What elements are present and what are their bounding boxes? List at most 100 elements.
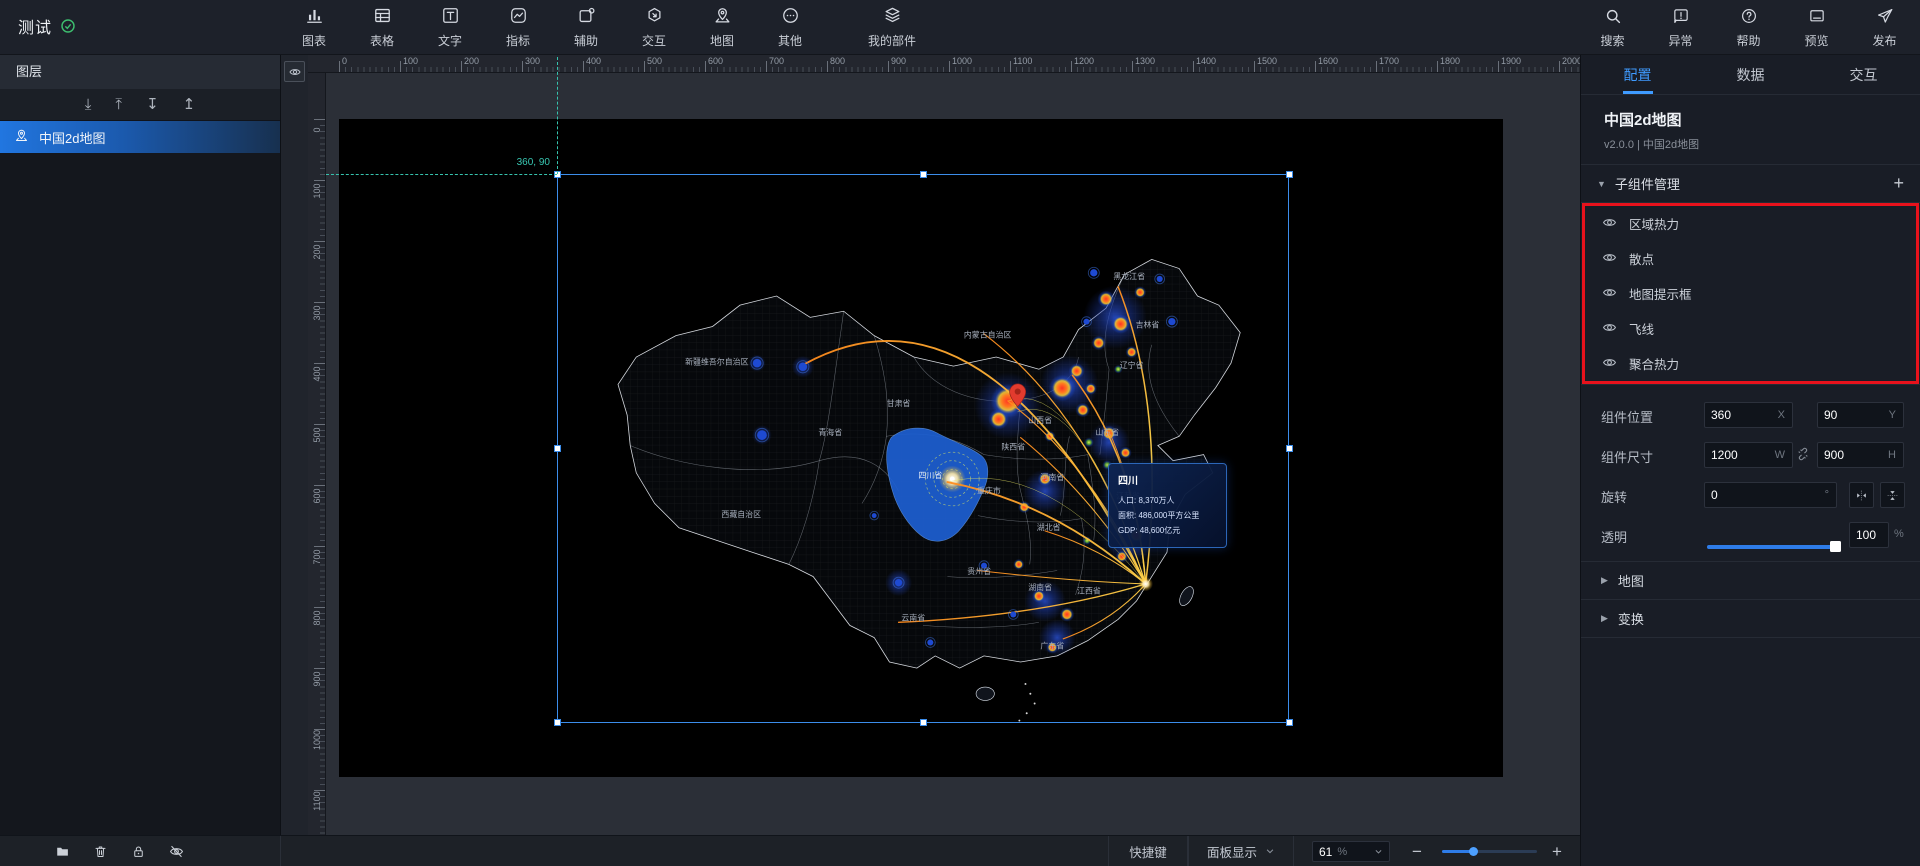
size-h-input[interactable] xyxy=(1818,448,1888,462)
alert-icon xyxy=(1672,7,1690,30)
flip-horizontal-button[interactable] xyxy=(1849,482,1874,508)
selection-coordinate-label: 360, 90 xyxy=(458,157,550,168)
action-alert[interactable]: 异常 xyxy=(1653,0,1708,55)
size-w-field[interactable]: W xyxy=(1704,442,1793,468)
canvas-zoom-slider-fill xyxy=(1442,850,1471,853)
canvas-zoom-slider-handle[interactable] xyxy=(1469,847,1478,856)
ruler-v-tick-label: 500 xyxy=(312,419,322,451)
opacity-suffix: % xyxy=(1894,528,1904,540)
subcomponent-item[interactable]: 聚合热力 xyxy=(1585,346,1916,381)
panel-display-button[interactable]: 面板显示 xyxy=(1188,836,1294,866)
action-preview[interactable]: 预览 xyxy=(1789,0,1844,55)
svg-text:辽宁省: 辽宁省 xyxy=(1120,360,1144,370)
unlink-ratio-icon[interactable] xyxy=(1796,447,1810,466)
eye-visible-icon[interactable] xyxy=(1602,320,1617,338)
subcomponent-label: 聚合热力 xyxy=(1629,354,1679,373)
zoom-in-button[interactable]: + xyxy=(1552,836,1562,866)
toolbar-item-label: 文字 xyxy=(438,32,462,49)
svg-text:内蒙古自治区: 内蒙古自治区 xyxy=(964,329,1012,339)
position-y-input[interactable] xyxy=(1818,408,1889,422)
size-h-field[interactable]: H xyxy=(1817,442,1904,468)
layer-tool-move-top[interactable]: ⤒ xyxy=(115,97,122,112)
position-row: 组件位置 X Y xyxy=(1581,395,1920,435)
ruler-h-tick-label: 1900 xyxy=(1501,56,1521,66)
eye-visible-icon[interactable] xyxy=(1602,355,1617,373)
toolbar-item-text[interactable]: 文字 xyxy=(416,0,484,55)
ruler-v-tick-label: 700 xyxy=(312,541,322,573)
ruler-h-tick-label: 1000 xyxy=(952,56,972,66)
action-search[interactable]: 搜索 xyxy=(1585,0,1640,55)
subcomponent-section-header[interactable]: ▼ 子组件管理 + xyxy=(1581,165,1920,203)
layer-order-tools: ⤓ ⤒ ↧ ↥ xyxy=(0,89,280,121)
ruler-v-tick-label: 900 xyxy=(312,663,322,695)
opacity-slider[interactable] xyxy=(1707,545,1839,549)
eye-visible-icon[interactable] xyxy=(1602,215,1617,233)
svg-text:山东省: 山东省 xyxy=(1095,427,1119,437)
design-canvas[interactable]: 新疆维吾尔自治区西藏自治区青海省甘肃省内蒙古自治区黑龙江省吉林省辽宁省山西省陕西… xyxy=(339,119,1503,777)
toolbar-item-chart[interactable]: 图表 xyxy=(280,0,348,55)
position-x-field[interactable]: X xyxy=(1704,402,1793,428)
canvas-workspace[interactable]: 0100200300400500600700800900100011001200… xyxy=(308,55,1580,835)
layer-tool-move-down[interactable]: ↧ xyxy=(146,97,159,112)
position-y-field[interactable]: Y xyxy=(1817,402,1904,428)
layer-tool-move-up[interactable]: ↥ xyxy=(183,97,196,112)
opacity-slider-handle[interactable] xyxy=(1830,541,1841,552)
zoom-level-select[interactable]: 61 % xyxy=(1312,841,1390,862)
toolbar-item-interact[interactable]: 交互 xyxy=(620,0,688,55)
toolbar-item-widgets[interactable]: 我的部件 xyxy=(844,0,940,55)
chevron-down-icon xyxy=(1374,847,1383,856)
subcomponent-item[interactable]: 区域热力 xyxy=(1585,206,1916,241)
folder-icon[interactable] xyxy=(55,844,70,859)
toolbar-item-assist[interactable]: 辅助 xyxy=(552,0,620,55)
map-tooltip: 四川 人口: 8,370万人面积: 486,000平方公里GDP: 48,600… xyxy=(1108,463,1227,548)
trash-icon[interactable] xyxy=(93,844,108,859)
toggle-ruler-eye-button[interactable] xyxy=(284,61,305,82)
size-w-suffix: W xyxy=(1775,449,1792,461)
toolbar-item-table[interactable]: 表格 xyxy=(348,0,416,55)
layer-item[interactable]: 中国2d地图 xyxy=(0,121,280,153)
add-subcomponent-button[interactable]: + xyxy=(1893,173,1904,194)
toolbar-item-indicator[interactable]: 指标 xyxy=(484,0,552,55)
shortcut-keys-button[interactable]: 快捷键 xyxy=(1108,836,1188,866)
subcomponent-item[interactable]: 飞线 xyxy=(1585,311,1916,346)
layer-tool-move-bottom[interactable]: ⤓ xyxy=(85,97,92,112)
toolbar-item-other[interactable]: 其他 xyxy=(756,0,824,55)
config-section-变换[interactable]: ▶变换 xyxy=(1581,600,1920,638)
opacity-field[interactable] xyxy=(1849,522,1889,548)
tab-数据[interactable]: 数据 xyxy=(1694,55,1807,94)
tab-交互[interactable]: 交互 xyxy=(1807,55,1920,94)
layer-action-icons xyxy=(55,836,184,866)
eye-visible-icon[interactable] xyxy=(1602,250,1617,268)
config-section-地图[interactable]: ▶地图 xyxy=(1581,562,1920,600)
eyeoff-icon[interactable] xyxy=(169,844,184,859)
lock-icon[interactable] xyxy=(131,844,146,859)
opacity-input[interactable] xyxy=(1850,528,1888,542)
rotate-label: 旋转 xyxy=(1601,487,1627,506)
snap-guide-vertical xyxy=(557,57,558,174)
action-publish[interactable]: 发布 xyxy=(1857,0,1912,55)
size-w-input[interactable] xyxy=(1705,448,1775,462)
ruler-h-tick-label: 100 xyxy=(403,56,418,66)
snap-guide-horizontal xyxy=(326,174,557,175)
subcomponent-item[interactable]: 散点 xyxy=(1585,241,1916,276)
panel-display-label: 面板显示 xyxy=(1207,842,1257,861)
position-x-input[interactable] xyxy=(1705,408,1778,422)
rotate-input[interactable] xyxy=(1705,488,1825,502)
canvas-zoom-slider[interactable] xyxy=(1442,850,1537,853)
flip-vertical-button[interactable] xyxy=(1880,482,1905,508)
component-name: 中国2d地图 xyxy=(1581,95,1920,130)
subcomponent-item[interactable]: 地图提示框 xyxy=(1585,276,1916,311)
toolbar-item-map[interactable]: 地图 xyxy=(688,0,756,55)
opacity-slider-fill xyxy=(1707,545,1835,549)
rotate-field[interactable]: ° xyxy=(1704,482,1837,508)
china-2d-map-component[interactable]: 新疆维吾尔自治区西藏自治区青海省甘肃省内蒙古自治区黑龙江省吉林省辽宁省山西省陕西… xyxy=(557,174,1289,723)
map-pin-icon xyxy=(14,128,29,146)
action-help[interactable]: 帮助 xyxy=(1721,0,1776,55)
eye-visible-icon[interactable] xyxy=(1602,285,1617,303)
svg-text:重庆市: 重庆市 xyxy=(977,486,1001,496)
subcomponent-label: 地图提示框 xyxy=(1629,284,1692,303)
tab-配置[interactable]: 配置 xyxy=(1581,55,1694,94)
zoom-out-button[interactable]: − xyxy=(1412,836,1422,866)
help-icon xyxy=(1740,7,1758,30)
panel-collapse-strip xyxy=(280,55,308,835)
